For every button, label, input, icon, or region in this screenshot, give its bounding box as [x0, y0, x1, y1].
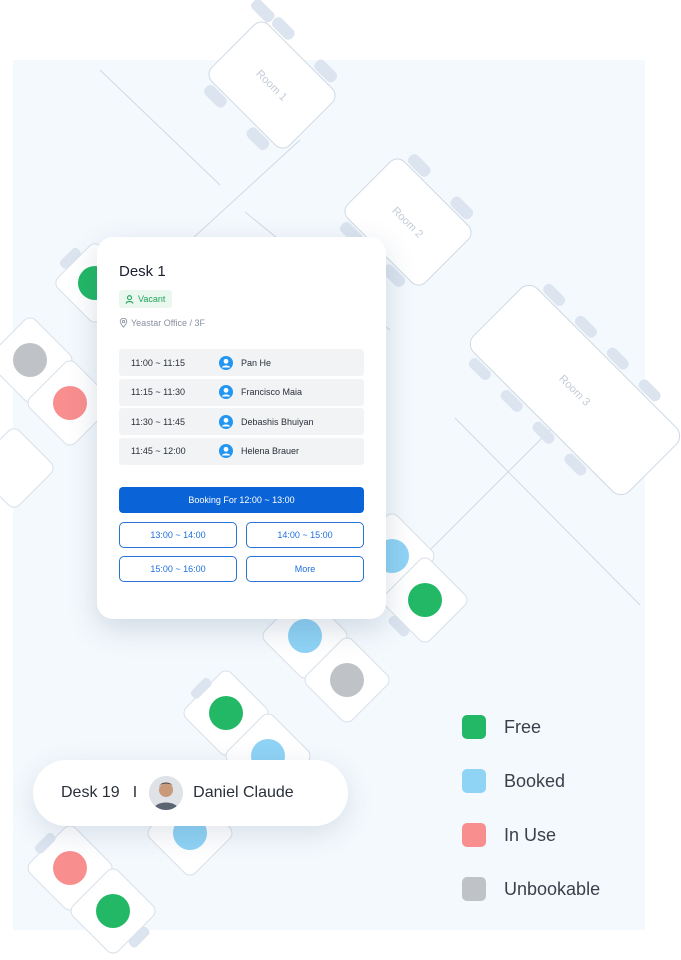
- booking-person: Francisco Maia: [241, 387, 303, 397]
- booking-row[interactable]: 11:00 ~ 11:15 Pan He: [119, 349, 364, 376]
- user-avatar-icon: [219, 414, 233, 429]
- status-legend: Free Booked In Use Unbookable: [462, 700, 600, 916]
- slot-button[interactable]: 14:00 ~ 15:00: [246, 522, 364, 548]
- desk-title: Desk 1: [119, 263, 166, 280]
- status-label: Vacant: [138, 294, 166, 304]
- status-badge: Vacant: [119, 290, 173, 308]
- legend-swatch: [462, 715, 486, 739]
- separator: I: [132, 784, 138, 801]
- booking-time: 11:45 ~ 12:00: [131, 446, 186, 456]
- desk-tile[interactable]: [0, 426, 56, 511]
- avatar: [149, 776, 184, 810]
- booking-time: 11:30 ~ 11:45: [131, 416, 185, 427]
- booking-row[interactable]: 11:45 ~ 12:00 Helena Brauer: [119, 437, 364, 465]
- legend-item-in-use: In Use: [462, 808, 600, 862]
- room-3[interactable]: Room 3: [456, 271, 681, 509]
- desk-status-in-use[interactable]: [53, 386, 87, 420]
- legend-item-unbookable: Unbookable: [462, 862, 600, 916]
- booking-person: Pan He: [241, 357, 272, 368]
- location: Yeastar Office / 3F: [119, 318, 205, 328]
- desk-name: Desk 19: [61, 784, 120, 801]
- booking-time: 11:15 ~ 11:30: [131, 387, 185, 397]
- user-avatar-icon: [219, 444, 233, 458]
- user-avatar-icon: [219, 355, 233, 370]
- desk-status-free[interactable]: [408, 583, 442, 617]
- booking-person: Helena Brauer: [241, 446, 300, 456]
- slot-button[interactable]: 13:00 ~ 14:00: [119, 522, 237, 548]
- desk-status-booked[interactable]: [288, 619, 322, 653]
- booking-person: Debashis Bhuiyan: [241, 416, 314, 427]
- legend-label: In Use: [504, 824, 557, 845]
- legend-item-booked: Booked: [462, 754, 600, 808]
- desk-status-unbookable[interactable]: [13, 343, 47, 377]
- booking-row[interactable]: 11:30 ~ 11:45 Debashis Bhuiyan: [119, 408, 364, 435]
- room-1[interactable]: Room 1: [183, 0, 349, 162]
- booking-time: 11:00 ~ 11:15: [131, 357, 185, 368]
- booking-row[interactable]: 11:15 ~ 11:30 Francisco Maia: [119, 378, 364, 406]
- legend-label: Booked: [504, 770, 566, 791]
- booking-list: 11:00 ~ 11:15 Pan He 11:15 ~ 11:30 Franc…: [119, 349, 364, 467]
- person-icon: [125, 294, 134, 304]
- legend-swatch: [462, 877, 486, 901]
- desk-detail-popup: Desk 1 Vacant Yeastar Office / 3F 11:00 …: [97, 237, 386, 619]
- desk-status-free[interactable]: [209, 696, 243, 730]
- person-name: Daniel Claude: [193, 784, 294, 801]
- location-pin-icon: [119, 318, 128, 328]
- user-avatar-icon: [219, 385, 233, 399]
- desk-status-free[interactable]: [96, 894, 130, 928]
- legend-swatch: [462, 823, 486, 847]
- legend-label: Unbookable: [504, 878, 601, 899]
- legend-item-free: Free: [462, 700, 600, 754]
- slot-button[interactable]: 15:00 ~ 16:00: [119, 556, 237, 582]
- desk-status-unbookable[interactable]: [330, 663, 364, 697]
- legend-swatch: [462, 769, 486, 793]
- desk-status-in-use[interactable]: [53, 851, 87, 885]
- more-slots-button[interactable]: More: [246, 556, 364, 582]
- location-label: Yeastar Office / 3F: [131, 318, 206, 328]
- book-next-slot-button[interactable]: Booking For 12:00 ~ 13:00: [119, 487, 364, 513]
- desk-occupant-card[interactable]: Desk 19 I Daniel Claude: [33, 760, 348, 826]
- legend-label: Free: [504, 716, 542, 737]
